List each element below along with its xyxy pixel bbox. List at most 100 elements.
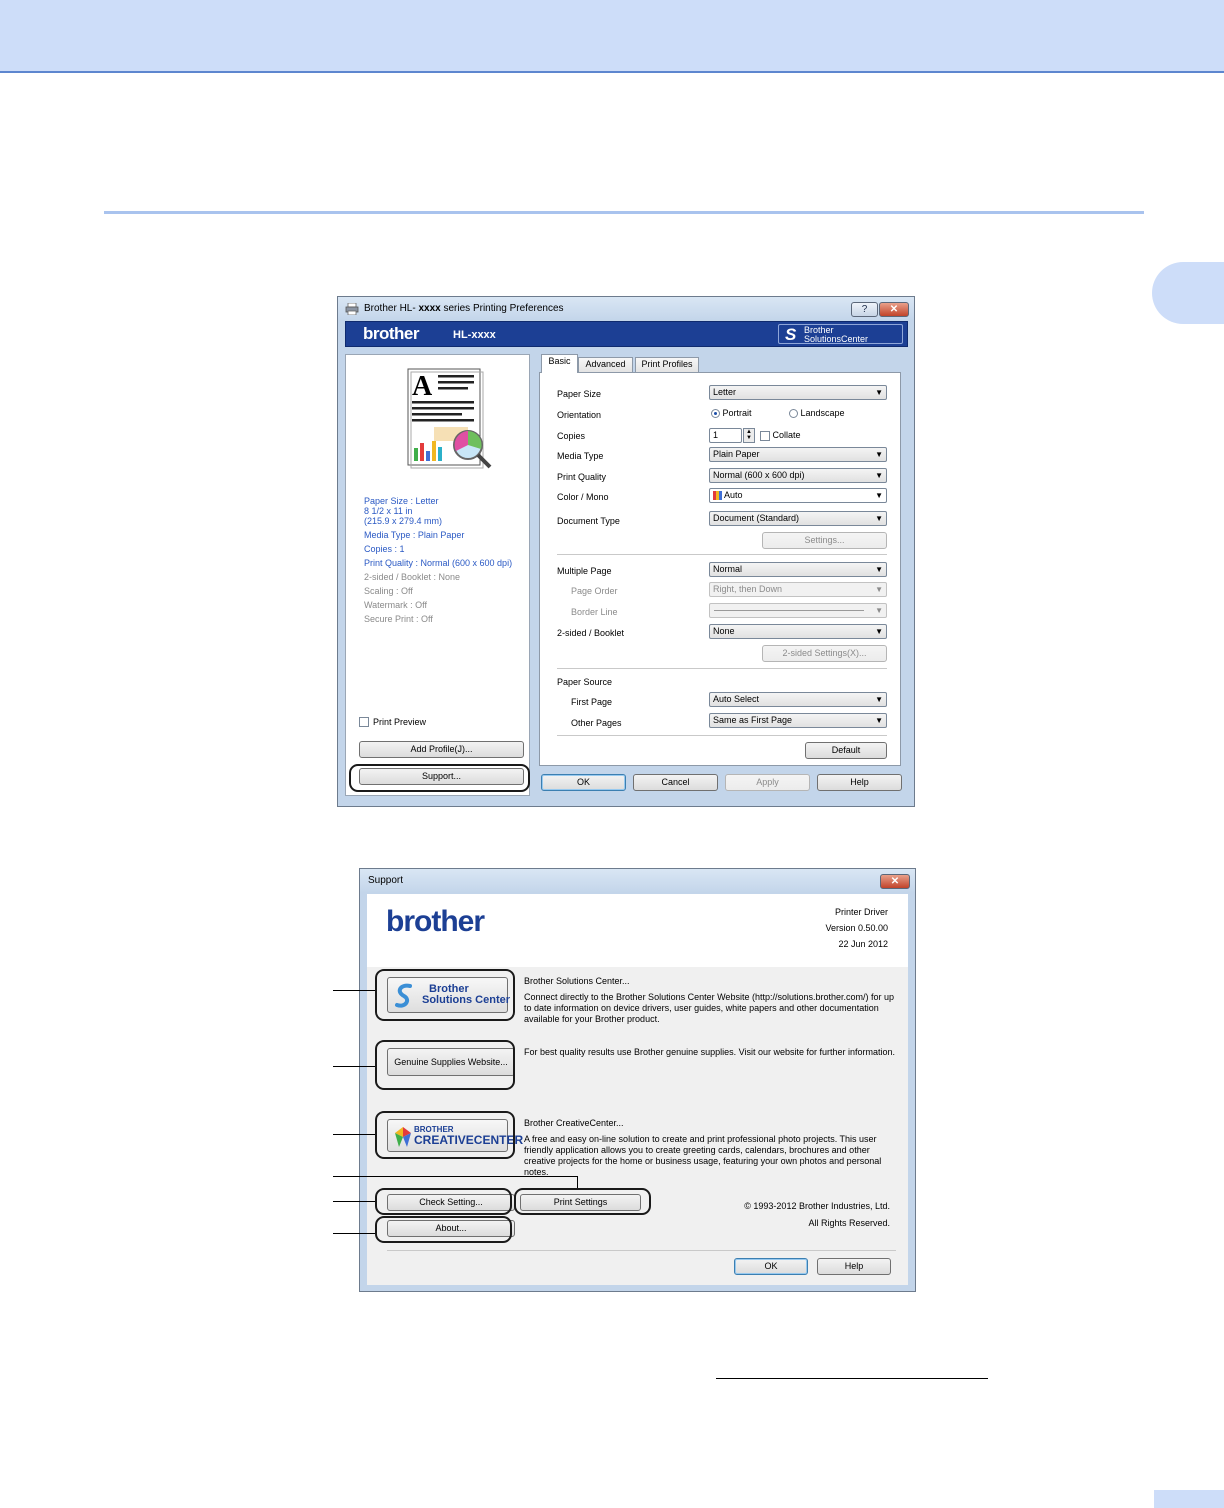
separator (557, 735, 887, 736)
spin-down-icon[interactable]: ▼ (744, 435, 754, 441)
copies-input[interactable]: 1 (709, 428, 742, 443)
collate-checkbox[interactable]: Collate (760, 430, 801, 441)
close-button[interactable]: ✕ (880, 874, 910, 889)
summary-media-type: Media Type : Plain Paper (364, 530, 465, 540)
radio-selected-icon[interactable] (711, 409, 720, 419)
summary-paper-size: Paper Size : Letter (364, 496, 439, 506)
multiple-page-value: Normal (713, 564, 743, 574)
checkbox-box[interactable] (359, 717, 369, 727)
title-model: xxxx (418, 303, 441, 314)
first-page-select[interactable]: Auto Select ▼ (709, 692, 887, 707)
print-preview-checkbox[interactable]: Print Preview (359, 717, 426, 727)
paper-source-label: Paper Source (557, 677, 613, 687)
border-line-sample (714, 610, 864, 611)
collate-box[interactable] (760, 430, 770, 441)
page-order-label: Page Order (571, 586, 618, 596)
multiple-page-select[interactable]: Normal ▼ (709, 562, 887, 577)
default-button[interactable]: Default (805, 742, 887, 759)
dropdown-arrow-icon: ▼ (875, 627, 883, 636)
leader-line-3 (333, 1134, 375, 1135)
separator (557, 554, 887, 555)
dropdown-arrow-icon: ▼ (875, 695, 883, 704)
two-sided-select[interactable]: None ▼ (709, 624, 887, 639)
border-line-select[interactable]: ▼ (709, 603, 887, 618)
ok-button[interactable]: OK (541, 774, 626, 791)
copies-spinner[interactable]: ▲ ▼ (743, 428, 755, 443)
callout-about (375, 1216, 512, 1243)
help-caption-button[interactable]: ? (851, 302, 878, 317)
other-pages-label: Other Pages (571, 718, 622, 728)
portrait-radio[interactable]: Portrait (711, 408, 752, 419)
landscape-radio[interactable]: Landscape (789, 408, 845, 419)
driver-version-info: Printer Driver Version 0.50.00 22 Jun 20… (825, 904, 888, 952)
media-type-select[interactable]: Plain Paper ▼ (709, 447, 887, 462)
title-bar: Brother HL- xxxx series Printing Prefere… (338, 297, 914, 321)
brother-banner: brother HL-xxxx S Brother SolutionsCente… (345, 321, 908, 347)
color-mono-label: Color / Mono (557, 492, 609, 502)
summary-scaling: Scaling : Off (364, 586, 413, 596)
copies-label: Copies (557, 431, 586, 441)
document-type-value: Document (Standard) (713, 513, 800, 523)
leader-line-4-drop (577, 1176, 578, 1188)
support-header: brother Printer Driver Version 0.50.00 2… (367, 894, 908, 967)
summary-watermark: Watermark : Off (364, 600, 428, 610)
dropdown-arrow-icon: ▼ (875, 565, 883, 574)
print-preview-label: Print Preview (373, 717, 427, 727)
media-type-label: Media Type (557, 451, 604, 461)
summary-two-sided: 2-sided / Booklet : None (364, 572, 461, 582)
help-button[interactable]: Help (817, 1258, 891, 1275)
two-sided-settings-button[interactable]: 2-sided Settings(X)... (762, 645, 887, 662)
two-sided-label: 2-sided / Booklet (557, 628, 625, 638)
apply-button[interactable]: Apply (725, 774, 810, 791)
page-order-select[interactable]: Right, then Down ▼ (709, 582, 887, 597)
help-button[interactable]: Help (817, 774, 902, 791)
callout-solutions-center (375, 969, 515, 1021)
cancel-button[interactable]: Cancel (633, 774, 718, 791)
first-page-label: First Page (571, 697, 613, 707)
separator (387, 1250, 896, 1251)
bsc-description: Connect directly to the Brother Solution… (524, 992, 895, 1024)
paper-size-select[interactable]: Letter ▼ (709, 385, 887, 400)
separator (557, 668, 887, 669)
callout-genuine-supplies (375, 1040, 515, 1090)
dropdown-arrow-icon: ▼ (875, 388, 883, 397)
dropdown-arrow-icon: ▼ (875, 514, 883, 523)
model-name: HL-xxxx (453, 329, 496, 341)
printer-icon (345, 303, 359, 315)
bsc-line2: SolutionsCenter (804, 334, 869, 344)
summary-dims-in: 8 1/2 x 11 in (364, 506, 413, 516)
landscape-label: Landscape (800, 408, 845, 418)
title-bar: Support ✕ (360, 869, 915, 893)
collate-label: Collate (772, 430, 801, 440)
document-settings-button[interactable]: Settings... (762, 532, 887, 549)
basic-tab-panel: Paper Size Letter ▼ Orientation Portrait … (539, 372, 901, 766)
portrait-label: Portrait (722, 408, 752, 418)
bsc-heading: Brother Solutions Center... (524, 976, 630, 986)
other-pages-select[interactable]: Same as First Page ▼ (709, 713, 887, 728)
paper-size-value: Letter (713, 387, 737, 397)
leader-line-6 (333, 1233, 375, 1234)
radio-icon[interactable] (789, 409, 798, 419)
color-mono-select[interactable]: Auto ▼ (709, 488, 887, 503)
callout-check-setting (375, 1188, 512, 1215)
leader-line-5 (333, 1201, 375, 1202)
summary-secure-print: Secure Print : Off (364, 614, 433, 624)
tab-advanced[interactable]: Advanced (578, 357, 633, 372)
add-profile-button[interactable]: Add Profile(J)... (359, 741, 524, 758)
footnote-rule (716, 1378, 988, 1379)
ok-button[interactable]: OK (734, 1258, 808, 1275)
document-type-label: Document Type (557, 516, 620, 526)
print-quality-select[interactable]: Normal (600 x 600 dpi) ▼ (709, 468, 887, 483)
color-mono-value: Auto (724, 490, 743, 500)
brother-logo: brother (363, 324, 420, 343)
callout-creative-center (375, 1111, 515, 1159)
tab-basic[interactable]: Basic (541, 354, 578, 373)
document-type-select[interactable]: Document (Standard) ▼ (709, 511, 887, 526)
dropdown-arrow-icon: ▼ (875, 450, 883, 459)
tab-print-profiles[interactable]: Print Profiles (635, 357, 699, 372)
leader-line-4 (333, 1176, 578, 1177)
solutions-center-link[interactable]: S Brother SolutionsCenter (778, 324, 903, 344)
close-button[interactable]: ✕ (879, 302, 909, 317)
page-number-tab (1154, 1490, 1224, 1508)
rights-text: All Rights Reserved. (808, 1218, 890, 1228)
